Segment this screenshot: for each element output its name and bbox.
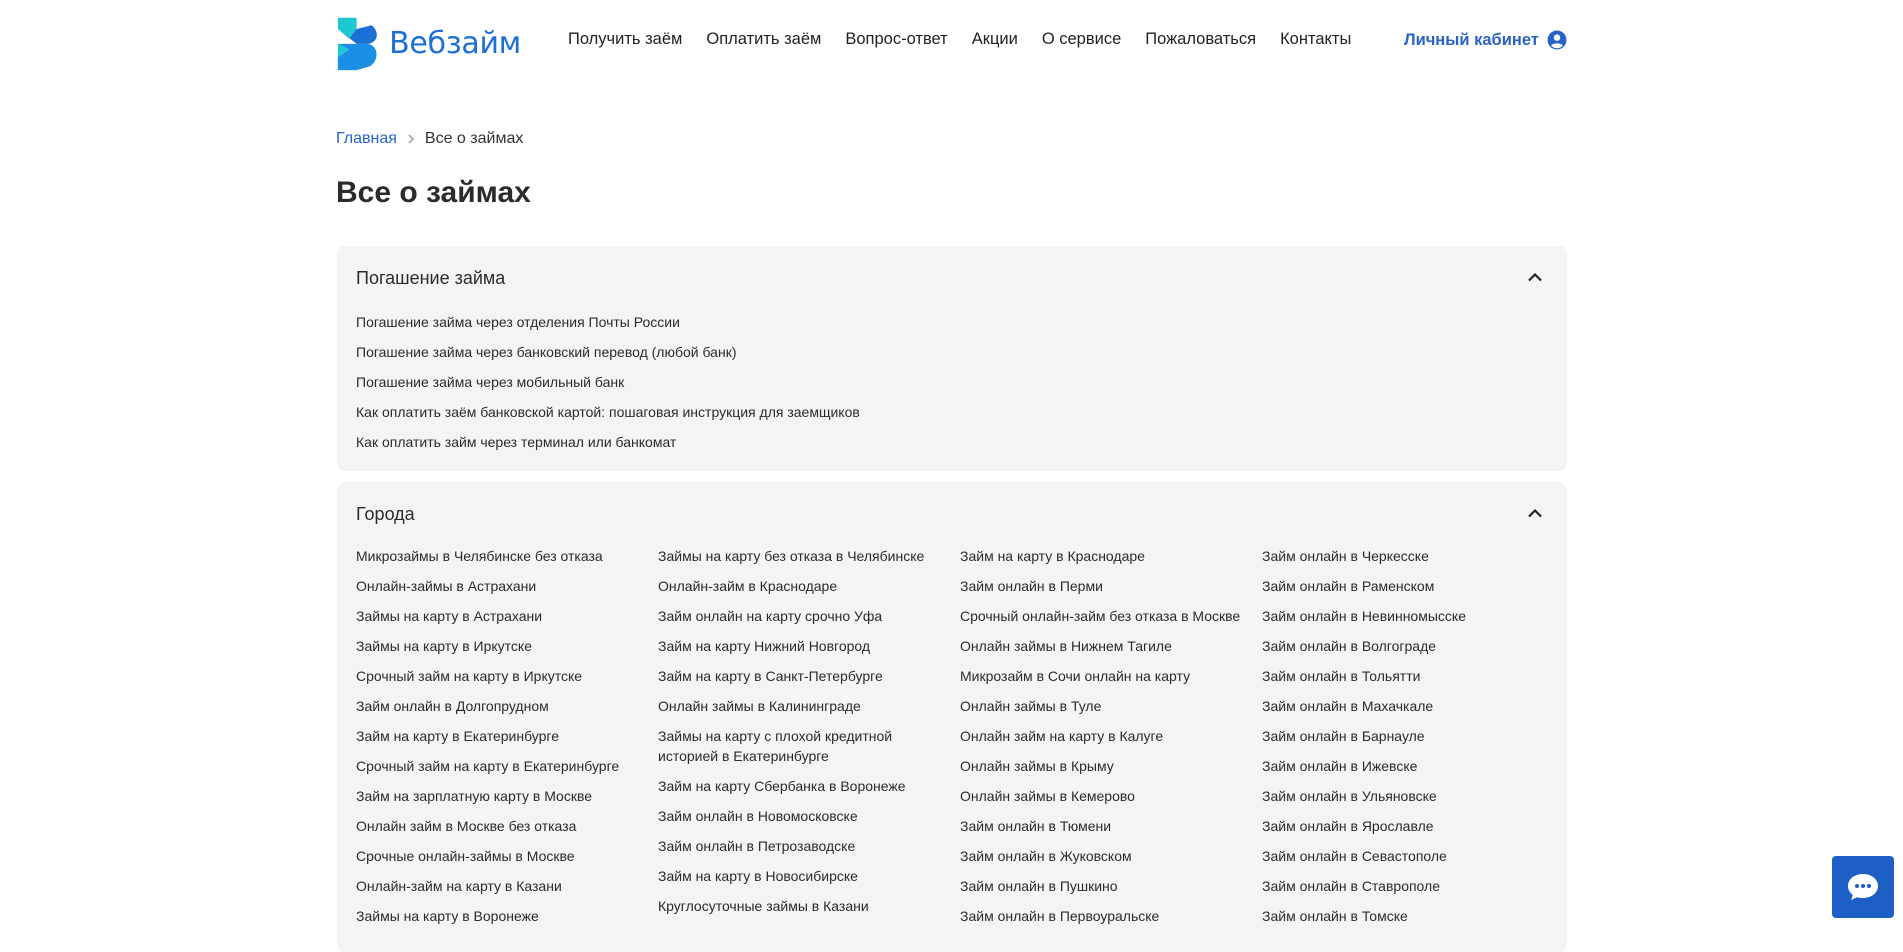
list-item[interactable]: Займ онлайн в Перми <box>960 576 1262 596</box>
list-item[interactable]: Займы на карту в Астрахани <box>356 606 658 626</box>
city-column-2: Займы на карту без отказа в Челябинске О… <box>658 546 960 936</box>
list-item[interactable]: Займ онлайн в Долгопрудном <box>356 696 658 716</box>
list-item[interactable]: Займ онлайн в Петрозаводске <box>658 836 960 856</box>
personal-cabinet-link[interactable]: Личный кабинет <box>1404 30 1567 50</box>
list-item[interactable]: Займ онлайн в Ульяновске <box>1262 786 1564 806</box>
site-header: Вебзайм Получить заём Оплатить заём Вопр… <box>0 0 1903 86</box>
list-item[interactable]: Онлайн-займ на карту в Казани <box>356 876 658 896</box>
list-item[interactable]: Займ на карту в Краснодаре <box>960 546 1262 566</box>
repayment-section-title[interactable]: Погашение займа <box>356 268 505 289</box>
list-item[interactable]: Онлайн займ на карту в Калуге <box>960 726 1262 746</box>
list-item[interactable]: Круглосуточные займы в Казани <box>658 896 960 916</box>
list-item[interactable]: Погашение займа через отделения Почты Ро… <box>356 312 860 332</box>
list-item[interactable]: Займы на карту с плохой кредитной истори… <box>658 726 960 766</box>
list-item[interactable]: Займ онлайн в Невинномысске <box>1262 606 1564 626</box>
main-nav: Получить заём Оплатить заём Вопрос-ответ… <box>568 30 1375 49</box>
list-item[interactable]: Займ онлайн в Ижевске <box>1262 756 1564 776</box>
page-title: Все о займах <box>336 176 531 209</box>
list-item[interactable]: Онлайн-займы в Астрахани <box>356 576 658 596</box>
city-column-1: Микрозаймы в Челябинске без отказа Онлай… <box>356 546 658 936</box>
nav-contacts[interactable]: Контакты <box>1280 30 1351 49</box>
nav-promotions[interactable]: Акции <box>972 30 1018 49</box>
list-item[interactable]: Срочный займ на карту в Екатеринбурге <box>356 756 658 776</box>
list-item[interactable]: Микрозайм в Сочи онлайн на карту <box>960 666 1262 686</box>
list-item[interactable]: Онлайн займы в Кемерово <box>960 786 1262 806</box>
brand-logo[interactable]: Вебзайм <box>336 14 521 72</box>
list-item[interactable]: Займ онлайн в Томске <box>1262 906 1564 926</box>
list-item[interactable]: Займ на зарплатную карту в Москве <box>356 786 658 806</box>
user-circle-icon <box>1547 30 1567 50</box>
list-item[interactable]: Погашение займа через мобильный банк <box>356 372 860 392</box>
list-item[interactable]: Займ онлайн в Первоуральске <box>960 906 1262 926</box>
list-item[interactable]: Займ на карту в Екатеринбурге <box>356 726 658 746</box>
list-item[interactable]: Как оплатить заём банковской картой: пош… <box>356 402 860 422</box>
nav-pay-loan[interactable]: Оплатить заём <box>706 30 821 49</box>
list-item[interactable]: Займ онлайн в Тольятти <box>1262 666 1564 686</box>
chat-button[interactable] <box>1832 856 1894 918</box>
list-item[interactable]: Займ онлайн в Жуковском <box>960 846 1262 866</box>
list-item[interactable]: Онлайн займы в Крыму <box>960 756 1262 776</box>
repayment-section: Погашение займа Погашение займа через от… <box>337 246 1567 471</box>
city-column-4: Займ онлайн в Черкесске Займ онлайн в Ра… <box>1262 546 1564 936</box>
list-item[interactable]: Займ онлайн в Пушкино <box>960 876 1262 896</box>
breadcrumb-current: Все о займах <box>424 130 524 147</box>
list-item[interactable]: Займ онлайн в Тюмени <box>960 816 1262 836</box>
list-item[interactable]: Онлайн займ в Москве без отказа <box>356 816 658 836</box>
cities-section: Города Микрозаймы в Челябинске без отказ… <box>337 482 1567 952</box>
list-item[interactable]: Займ онлайн в Барнауле <box>1262 726 1564 746</box>
list-item[interactable]: Онлайн-займ в Краснодаре <box>658 576 960 596</box>
list-item[interactable]: Займ онлайн в Махачкале <box>1262 696 1564 716</box>
list-item[interactable]: Онлайн займы в Туле <box>960 696 1262 716</box>
list-item[interactable]: Займ на карту Нижний Новгород <box>658 636 960 656</box>
chevron-up-icon[interactable] <box>1527 272 1543 282</box>
list-item[interactable]: Займ онлайн в Ярославле <box>1262 816 1564 836</box>
logo-mark-icon <box>337 17 377 71</box>
nav-about[interactable]: О сервисе <box>1042 30 1121 49</box>
nav-get-loan[interactable]: Получить заём <box>568 30 682 49</box>
cities-section-title[interactable]: Города <box>356 504 415 525</box>
city-column-3: Займ на карту в Краснодаре Займ онлайн в… <box>960 546 1262 936</box>
list-item[interactable]: Займ онлайн на карту срочно Уфа <box>658 606 960 626</box>
nav-complaint[interactable]: Пожаловаться <box>1145 30 1256 49</box>
breadcrumb: Главная Все о займах <box>336 130 523 148</box>
list-item[interactable]: Займ на карту в Санкт-Петербурге <box>658 666 960 686</box>
list-item[interactable]: Срочный займ на карту в Иркутске <box>356 666 658 686</box>
list-item[interactable]: Онлайн займы в Нижнем Тагиле <box>960 636 1262 656</box>
list-item[interactable]: Как оплатить займ через терминал или бан… <box>356 432 860 452</box>
chevron-right-icon <box>408 134 414 144</box>
list-item[interactable]: Срочные онлайн-займы в Москве <box>356 846 658 866</box>
list-item[interactable]: Займ онлайн в Ставрополе <box>1262 876 1564 896</box>
list-item[interactable]: Займ онлайн в Раменском <box>1262 576 1564 596</box>
list-item[interactable]: Займ онлайн в Севастополе <box>1262 846 1564 866</box>
list-item[interactable]: Погашение займа через банковский перевод… <box>356 342 860 362</box>
list-item[interactable]: Займ онлайн в Черкесске <box>1262 546 1564 566</box>
chat-bubble-icon <box>1848 874 1878 900</box>
list-item[interactable]: Займ на карту Сбербанка в Воронеже <box>658 776 960 796</box>
city-links-grid: Микрозаймы в Челябинске без отказа Онлай… <box>356 546 1564 936</box>
list-item[interactable]: Займ онлайн в Новомосковске <box>658 806 960 826</box>
list-item[interactable]: Займы на карту в Иркутске <box>356 636 658 656</box>
chevron-up-icon[interactable] <box>1527 508 1543 518</box>
list-item[interactable]: Займы на карту в Воронеже <box>356 906 658 926</box>
list-item[interactable]: Займ онлайн в Волгограде <box>1262 636 1564 656</box>
list-item[interactable]: Займы на карту без отказа в Челябинске <box>658 546 960 566</box>
personal-cabinet-label: Личный кабинет <box>1404 30 1539 49</box>
repayment-links: Погашение займа через отделения Почты Ро… <box>356 312 860 462</box>
nav-faq[interactable]: Вопрос-ответ <box>845 30 947 49</box>
list-item[interactable]: Микрозаймы в Челябинске без отказа <box>356 546 658 566</box>
list-item[interactable]: Онлайн займы в Калининграде <box>658 696 960 716</box>
list-item[interactable]: Займ на карту в Новосибирске <box>658 866 960 886</box>
list-item[interactable]: Срочный онлайн-займ без отказа в Москве <box>960 606 1262 626</box>
brand-name: Вебзайм <box>389 25 521 61</box>
breadcrumb-home[interactable]: Главная <box>336 130 397 148</box>
